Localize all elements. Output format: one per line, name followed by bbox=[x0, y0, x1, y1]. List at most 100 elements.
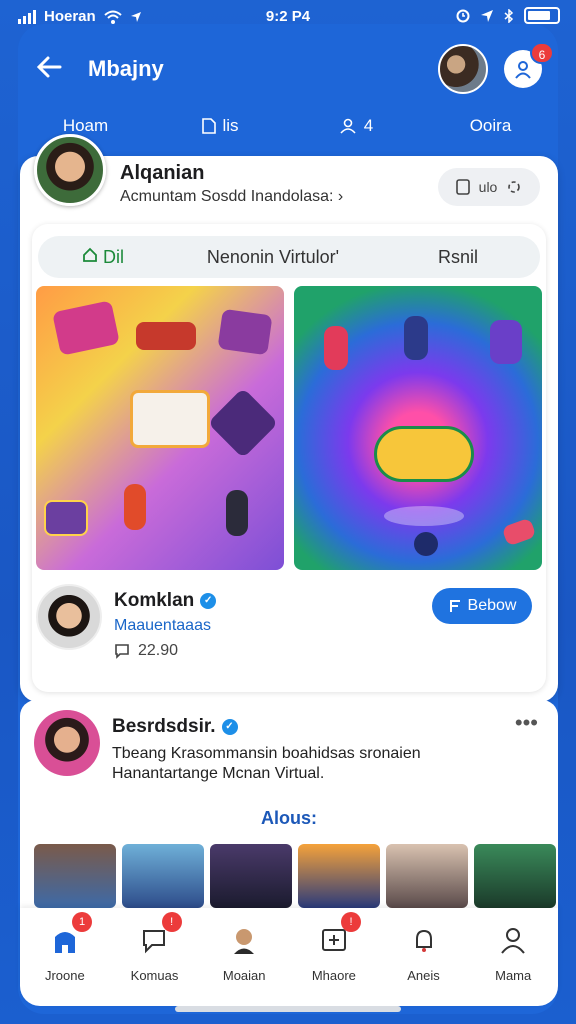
nav-label: Aneis bbox=[407, 968, 440, 983]
tab-label: Ooira bbox=[469, 116, 512, 135]
thumbnail-image[interactable] bbox=[34, 844, 116, 908]
profile-name: Alqanian bbox=[120, 162, 205, 184]
poster-sticker bbox=[44, 500, 88, 536]
influencer-avatar[interactable] bbox=[36, 584, 102, 650]
chevron-right-icon: › bbox=[337, 188, 344, 205]
influencer-name: Komklan bbox=[114, 590, 195, 611]
tab-label: lis bbox=[222, 116, 239, 135]
verified-icon: ✓ bbox=[200, 593, 217, 609]
poster-figure bbox=[226, 490, 248, 536]
nav-item-friends[interactable]: Moaian bbox=[199, 908, 289, 1006]
post-author-avatar[interactable] bbox=[34, 710, 100, 776]
user-icon bbox=[515, 61, 531, 79]
profile-card: Alqanian Acmuntam Sosdd Inandolasa: › ul… bbox=[20, 134, 558, 702]
filter-label: Dil bbox=[103, 246, 124, 267]
nav-label: Jroone bbox=[44, 968, 85, 983]
post-author: Besrdsdsir. bbox=[112, 716, 216, 737]
verified-icon: ✓ bbox=[221, 719, 238, 735]
profile-actions-label: ulo bbox=[478, 179, 498, 195]
post-text: Tbeang Krasommansin boahidsas sronaien H… bbox=[112, 744, 532, 784]
alarm-icon bbox=[456, 9, 470, 22]
people-icon bbox=[340, 118, 356, 134]
tab-people[interactable]: 4 bbox=[288, 116, 423, 136]
app-title: Mbajny bbox=[88, 56, 164, 81]
post-text-line: Hanantartange Mcnan Virtual. bbox=[112, 765, 325, 782]
app-header: Mbajny 6 Hoam lis 4 Ooira bbox=[18, 40, 558, 160]
battery-icon bbox=[524, 7, 560, 24]
nav-item-home[interactable]: 1 Jroone bbox=[20, 908, 110, 1006]
tab-label: 4 bbox=[363, 116, 374, 135]
poster-icon bbox=[414, 532, 438, 556]
poster-sticker bbox=[501, 517, 537, 547]
filter-item[interactable]: Rsnil bbox=[378, 247, 538, 268]
nav-label: Mama bbox=[495, 968, 532, 983]
game-poster-image[interactable] bbox=[36, 286, 284, 570]
thumbnail-image[interactable] bbox=[474, 844, 556, 908]
poster-figure bbox=[324, 326, 348, 370]
poster-figure bbox=[404, 316, 428, 360]
follow-icon bbox=[449, 600, 460, 612]
bluetooth-icon bbox=[504, 8, 514, 23]
follow-button[interactable]: Bebow bbox=[432, 588, 532, 624]
nav-badge: ! bbox=[341, 912, 362, 932]
influencer-name-row: Komklan ✓ bbox=[114, 590, 217, 612]
nav-label: Komuas bbox=[130, 968, 179, 983]
poster-panel bbox=[130, 390, 210, 448]
thumbnail-image[interactable] bbox=[386, 844, 468, 908]
nav-item-comments[interactable]: ! Komuas bbox=[110, 908, 200, 1006]
poster-logo bbox=[374, 426, 474, 482]
influencer-subtitle[interactable]: Maauentaaas bbox=[114, 617, 211, 635]
tab-other[interactable]: Ooira bbox=[423, 116, 558, 136]
status-right bbox=[456, 7, 560, 24]
thumbnail-image[interactable] bbox=[298, 844, 380, 908]
poster-figure bbox=[124, 484, 146, 530]
follow-label: Bebow bbox=[467, 597, 517, 614]
feed-card: Dil Nenonin Virtulor' Rsnil Komklan ✓ Ma… bbox=[32, 224, 546, 692]
profile-actions[interactable]: ulo bbox=[438, 168, 540, 206]
thumbnail-image[interactable] bbox=[122, 844, 204, 908]
profile-subtitle-text: Acmuntam Sosdd Inandolasa: bbox=[120, 188, 334, 205]
back-arrow-icon bbox=[36, 56, 62, 78]
poster-badge bbox=[207, 387, 279, 459]
influencer-count: 22.90 bbox=[138, 642, 179, 659]
influencer-count-row: 22.90 bbox=[114, 642, 178, 660]
section-title: Alous: bbox=[261, 808, 317, 828]
profile-icon bbox=[495, 922, 531, 958]
friend-avatar-icon bbox=[226, 922, 262, 958]
profile-subtitle[interactable]: Acmuntam Sosdd Inandolasa: › bbox=[120, 188, 343, 206]
notification-badge: 6 bbox=[530, 42, 554, 64]
nav-item-profile[interactable]: Mama bbox=[468, 908, 558, 1006]
tab-pages[interactable]: lis bbox=[153, 116, 288, 136]
nav-item-media[interactable]: ! Mhaore bbox=[289, 908, 379, 1006]
poster-banner bbox=[136, 322, 196, 350]
filter-item[interactable]: Dil bbox=[38, 247, 168, 268]
nav-label: Mhaore bbox=[311, 968, 356, 983]
tab-home[interactable]: Hoam bbox=[18, 116, 153, 136]
comment-icon bbox=[115, 644, 129, 659]
nav-item-alerts[interactable]: Aneis bbox=[379, 908, 469, 1006]
poster-figure bbox=[490, 320, 522, 364]
post-text-line: Tbeang Krasommansin boahidsas sronaien bbox=[112, 745, 421, 762]
post-author-row: Besrdsdsir. ✓ bbox=[112, 716, 238, 738]
back-button[interactable] bbox=[36, 54, 66, 84]
thumbnail-strip bbox=[34, 844, 556, 908]
home-outline-icon bbox=[83, 247, 97, 262]
game-poster-image[interactable] bbox=[294, 286, 542, 570]
group-avatar[interactable] bbox=[438, 44, 488, 94]
bottom-nav: 1 Jroone ! Komuas Moaian ! Mhaore Aneis … bbox=[20, 908, 558, 1006]
poster-stage bbox=[384, 506, 464, 526]
location-icon bbox=[481, 9, 493, 22]
page-icon bbox=[202, 118, 217, 134]
filter-item[interactable]: Nenonin Virtulor' bbox=[168, 247, 378, 268]
more-icon[interactable]: ••• bbox=[515, 710, 538, 736]
home-indicator bbox=[175, 1006, 401, 1012]
thumbnail-image[interactable] bbox=[210, 844, 292, 908]
profile-avatar[interactable] bbox=[34, 134, 106, 206]
poster-sticker bbox=[217, 308, 273, 356]
nav-label: Moaian bbox=[222, 968, 266, 983]
bell-icon bbox=[406, 922, 442, 958]
poster-sticker bbox=[52, 300, 120, 356]
tab-label: Hoam bbox=[62, 116, 109, 135]
top-tabs: Hoam lis 4 Ooira bbox=[18, 116, 558, 136]
nav-badge: ! bbox=[161, 912, 182, 932]
